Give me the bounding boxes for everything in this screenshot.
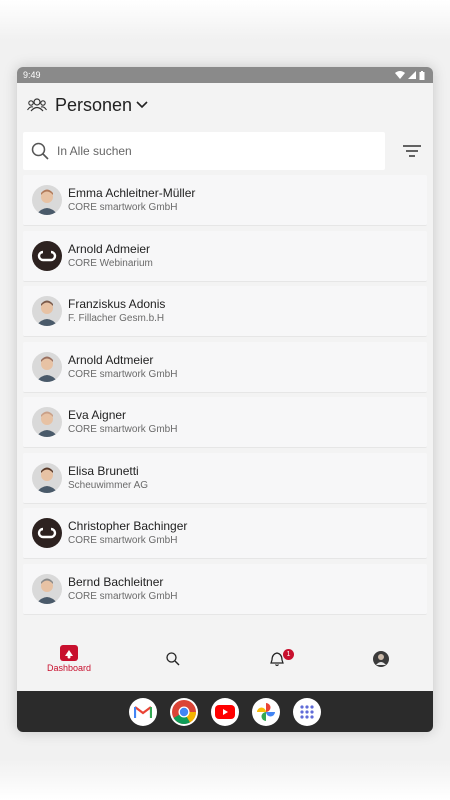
photo-avatar (32, 573, 62, 604)
list-item-text: Franziskus Adonis F. Fillacher Gesm.b.H (68, 296, 165, 326)
status-bar: 9:49 (17, 67, 433, 83)
logo-avatar (32, 518, 62, 548)
page-title[interactable]: Personen (55, 95, 132, 116)
search-icon (166, 652, 180, 666)
person-list: Emma Achleitner-Müller CORE smartwork Gmb… (23, 175, 427, 623)
person-name: Bernd Bachleitner (68, 574, 164, 589)
youtube-icon[interactable] (211, 697, 239, 726)
nav-profile[interactable] (329, 627, 433, 691)
app-dock (17, 691, 433, 732)
photo-avatar (32, 407, 62, 437)
nav-notifications[interactable]: 1 (225, 627, 329, 691)
list-item[interactable]: Eva Aigner CORE smartwork GmbH (23, 397, 427, 448)
person-company: CORE smartwork GmbH (68, 202, 178, 213)
person-name: Elisa Brunetti (68, 463, 139, 478)
search-placeholder: In Alle suchen (57, 144, 132, 158)
filter-icon (403, 145, 422, 157)
person-company: CORE Webinarium (68, 257, 153, 269)
search-row: In Alle suchen (17, 131, 433, 171)
status-time: 9:49 (23, 70, 41, 80)
person-company: CORE smartwork GmbH (68, 424, 178, 435)
list-item-text: Eva Aigner CORE smartwork GmbH (68, 407, 177, 437)
chevron-down-icon[interactable] (136, 101, 148, 109)
list-item[interactable]: Franziskus Adonis F. Fillacher Gesm.b.H (23, 286, 427, 337)
device-screen: 9:49 Personen In Alle suchen Emma Achlei… (17, 67, 433, 732)
bottom-navigation: Dashboard 1 (17, 627, 433, 691)
search-icon (31, 142, 49, 160)
list-item-text: Christopher Bachinger CORE smartwork GmbH (68, 518, 187, 548)
person-name: Franziskus Adonis (68, 297, 166, 311)
person-company: CORE smartwork GmbH (68, 368, 178, 380)
list-item[interactable]: Christopher Bachinger CORE smartwork GmbH (23, 508, 427, 559)
dashboard-icon (60, 645, 78, 661)
battery-icon (419, 70, 425, 80)
photo-avatar (32, 185, 62, 215)
list-item-text: Elisa Brunetti Scheuwimmer AG (68, 463, 148, 493)
photo-avatar (32, 351, 62, 382)
bell-icon (270, 651, 284, 666)
nav-dashboard-label: Dashboard (46, 663, 92, 673)
person-name: Eva Aigner (68, 408, 127, 422)
list-item[interactable]: Arnold Adtmeier CORE smartwork GmbH (23, 341, 427, 393)
person-name: Arnold Admeier (68, 241, 151, 256)
photos-icon[interactable] (252, 697, 280, 726)
list-item-text: Bernd Bachleitner CORE smartwork GmbH (68, 574, 177, 604)
person-name: Christopher Bachinger (68, 519, 188, 533)
signal-icon (408, 71, 416, 79)
nav-dashboard[interactable]: Dashboard (17, 627, 121, 691)
list-item[interactable]: Bernd Bachleitner CORE smartwork GmbH (23, 563, 427, 615)
chrome-icon[interactable] (170, 697, 198, 726)
gmail-icon[interactable] (129, 697, 157, 726)
logo-avatar (32, 240, 62, 271)
list-item-text: Emma Achleitner-Müller CORE smartwork Gmb… (68, 185, 195, 215)
list-item-text: Arnold Admeier CORE Webinarium (68, 241, 153, 271)
search-input[interactable]: In Alle suchen (23, 132, 386, 170)
person-company: CORE smartwork GmbH (68, 535, 178, 546)
person-name: Arnold Adtmeier (68, 352, 154, 367)
filter-button[interactable] (397, 136, 427, 166)
app-drawer-icon[interactable] (293, 697, 321, 726)
person-company: CORE smartwork GmbH (68, 590, 178, 602)
list-item[interactable]: Elisa Brunetti Scheuwimmer AG (23, 452, 427, 504)
status-icons (395, 70, 425, 80)
wifi-icon (395, 71, 405, 79)
photo-avatar (32, 462, 62, 493)
list-item-text: Arnold Adtmeier CORE smartwork GmbH (68, 352, 177, 382)
app-header: Personen (17, 83, 433, 127)
list-item[interactable]: Arnold Admeier CORE Webinarium (23, 230, 427, 282)
person-company: F. Fillacher Gesm.b.H (68, 313, 165, 324)
person-company: Scheuwimmer AG (68, 479, 149, 491)
nav-search[interactable] (121, 627, 225, 691)
people-icon (27, 98, 47, 112)
list-item[interactable]: Emma Achleitner-Müller CORE smartwork Gmb… (23, 175, 427, 226)
avatar (373, 651, 389, 667)
person-name: Emma Achleitner-Müller (68, 186, 196, 200)
photo-avatar (32, 296, 62, 326)
notification-badge: 1 (283, 649, 294, 660)
